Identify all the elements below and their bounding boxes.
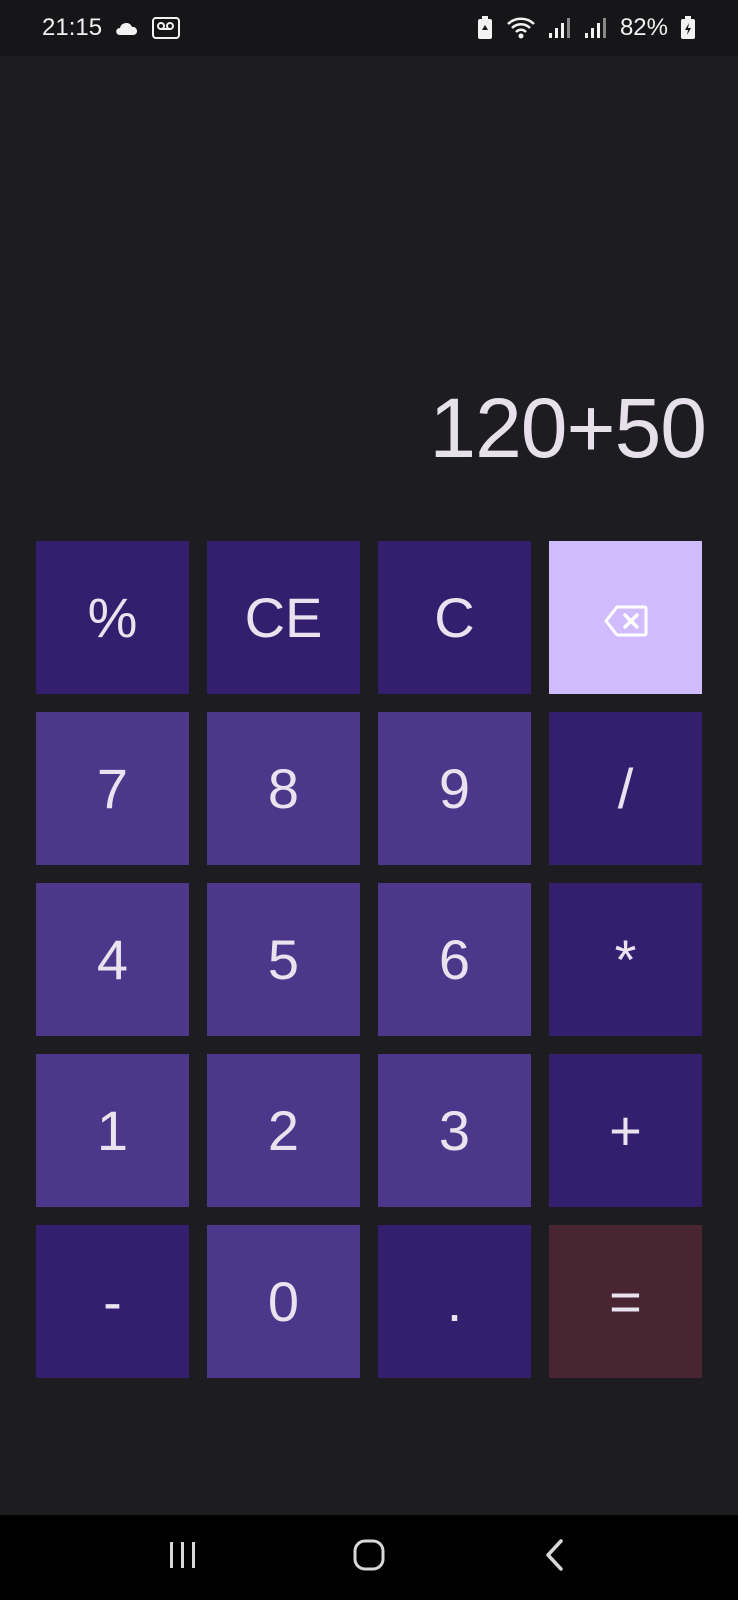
battery-saver-icon — [476, 16, 494, 40]
multiply-key[interactable]: * — [549, 883, 702, 1036]
status-time: 21:15 — [42, 14, 103, 41]
wifi-icon — [506, 16, 536, 40]
clear-key[interactable]: C — [378, 541, 531, 694]
digit-6-key[interactable]: 6 — [378, 883, 531, 1036]
status-bar: 21:15 82% — [0, 0, 738, 56]
signal-icon — [548, 17, 572, 39]
back-icon — [543, 1538, 567, 1577]
backspace-icon — [604, 585, 648, 650]
home-button[interactable] — [329, 1528, 409, 1588]
recent-apps-icon — [167, 1540, 199, 1575]
recent-apps-button[interactable] — [143, 1528, 223, 1588]
digit-8-key[interactable]: 8 — [207, 712, 360, 865]
navigation-bar — [0, 1515, 738, 1600]
digit-5-key[interactable]: 5 — [207, 883, 360, 1036]
signal-icon — [584, 17, 608, 39]
add-key[interactable]: + — [549, 1054, 702, 1207]
digit-0-key[interactable]: 0 — [207, 1225, 360, 1378]
voicemail-icon — [152, 17, 181, 39]
battery-percent: 82% — [619, 14, 668, 41]
home-icon — [352, 1538, 386, 1577]
digit-9-key[interactable]: 9 — [378, 712, 531, 865]
backspace-key[interactable] — [549, 541, 702, 694]
digit-1-key[interactable]: 1 — [36, 1054, 189, 1207]
digit-4-key[interactable]: 4 — [36, 883, 189, 1036]
digit-2-key[interactable]: 2 — [207, 1054, 360, 1207]
cloud-icon — [114, 19, 140, 37]
percent-key[interactable]: % — [36, 541, 189, 694]
back-button[interactable] — [515, 1528, 595, 1588]
keypad: % CE C 7 8 9 / 4 5 6 * 1 2 3 + - 0 . = — [36, 541, 702, 1378]
clear-entry-key[interactable]: CE — [207, 541, 360, 694]
subtract-key[interactable]: - — [36, 1225, 189, 1378]
decimal-key[interactable]: . — [378, 1225, 531, 1378]
equals-key[interactable]: = — [549, 1225, 702, 1378]
digit-7-key[interactable]: 7 — [36, 712, 189, 865]
battery-charging-icon — [680, 16, 696, 40]
digit-3-key[interactable]: 3 — [378, 1054, 531, 1207]
divide-key[interactable]: / — [549, 712, 702, 865]
expression-display: 120+50 — [429, 381, 707, 475]
